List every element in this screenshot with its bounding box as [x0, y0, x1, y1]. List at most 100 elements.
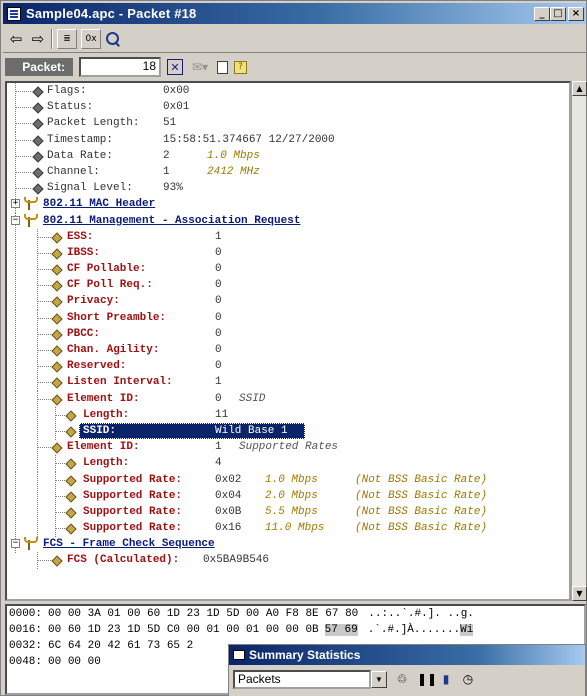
tree-scrollbar[interactable]: ▲ ▼: [571, 81, 587, 601]
field-label: Privacy:: [67, 295, 120, 308]
field-icon: [51, 361, 63, 373]
tree-row-general[interactable]: Timestamp: 15:58:51.374667 12/27/2000: [7, 131, 569, 149]
field-value: 0: [215, 263, 222, 276]
field-icon: [51, 442, 63, 454]
refresh-icon[interactable]: ♲: [395, 672, 409, 686]
tree-row-rate-field[interactable]: Supported Rate: 0x02 1.0 Mbps (Not BSS Basi…: [7, 471, 569, 489]
tree-row-general[interactable]: Signal Level: 93%: [7, 180, 569, 198]
tree-row-mgmt-field[interactable]: Element ID: 1 Supported Rates: [7, 439, 569, 457]
field-label: Element ID:: [67, 392, 140, 405]
tree-guide-line: [15, 244, 16, 262]
tree-guide-line: [15, 309, 16, 327]
field-label: CF Poll Req.:: [67, 279, 153, 292]
tree-row-mgmt-field[interactable]: Privacy: 0: [7, 293, 569, 311]
tree-guide-line: [15, 342, 16, 359]
clock-icon[interactable]: ◷: [461, 672, 475, 686]
pause-icon[interactable]: ❚❚: [417, 672, 437, 686]
field-label: Packet Length:: [47, 117, 140, 130]
tree-row-ssid-selected[interactable]: SSID: Wild Base 1: [7, 422, 569, 440]
field-icon: [32, 183, 44, 195]
close-button[interactable]: ×: [568, 6, 584, 21]
tree-row-rate-field[interactable]: Supported Rate: 0x04 2.0 Mbps (Not BSS Basi…: [7, 487, 569, 505]
scroll-down-icon[interactable]: ▼: [572, 586, 587, 601]
hex-bytes-highlighted: 57 69: [324, 624, 358, 636]
summary-title-bar[interactable]: Summary Statistics: [229, 645, 585, 665]
tree-row-mgmt-field[interactable]: ESS: 1: [7, 228, 569, 246]
restore-button[interactable]: □: [550, 6, 566, 21]
tree-guide-line: [15, 293, 16, 311]
field-value: 0: [215, 311, 222, 324]
decode-tree[interactable]: Flags: 0x00 Status: 0x01 Packet Length: 51 Tim…: [5, 81, 571, 601]
field-icon: [51, 296, 63, 309]
tree-row-mgmt-field[interactable]: Short Preamble: 0: [7, 309, 569, 327]
tree-row-management[interactable]: − 802.11 Management - Association Request: [7, 212, 569, 230]
chevron-down-icon[interactable]: ▼: [371, 670, 387, 688]
field-label: Data Rate:: [47, 149, 114, 162]
field-value: 0x00: [163, 85, 190, 97]
tree-row-mgmt-field[interactable]: Element ID: 0 SSID: [7, 390, 569, 408]
tree-row-mgmt-field[interactable]: Reserved: 0: [7, 358, 569, 376]
note-icon[interactable]: ?: [234, 60, 247, 74]
hex-view-icon[interactable]: 0x: [81, 29, 101, 49]
field-value: 0: [215, 246, 222, 259]
tree-row-mgmt-field[interactable]: CF Poll Req.: 0: [7, 277, 569, 295]
field-label: Length:: [83, 408, 130, 421]
tree-row-rate-field[interactable]: Length: 4: [7, 455, 569, 473]
collapse-icon[interactable]: −: [11, 215, 20, 225]
tree-row-mgmt-field[interactable]: Listen Interval: 1: [7, 374, 569, 392]
tree-row-general[interactable]: Channel: 1 2412 MHz: [7, 163, 569, 181]
tree-row-general[interactable]: Data Rate: 2 1.0 Mbps: [7, 147, 569, 165]
tree-row-mac-header[interactable]: +802.11 MAC Header: [7, 196, 569, 214]
page-icon[interactable]: [217, 60, 228, 74]
tree-row-fcs[interactable]: − FCS - Frame Check Sequence: [7, 536, 569, 554]
mail-dropdown-icon[interactable]: ✉▾: [189, 59, 211, 75]
tree-row-general[interactable]: Status: 0x01: [7, 99, 569, 117]
minimize-button[interactable]: _: [534, 6, 550, 21]
field-value: 0x16: [215, 522, 242, 535]
close-x-icon[interactable]: ✕: [167, 59, 183, 75]
tree-guide-line: [37, 301, 51, 303]
collapse-icon[interactable]: −: [11, 539, 20, 549]
field-value: 0: [215, 295, 222, 308]
summary-select[interactable]: Packets: [233, 669, 371, 689]
field-note: (Not BSS Basic Rate): [355, 489, 488, 502]
forward-arrow-icon[interactable]: ⇨: [29, 28, 47, 50]
back-arrow-icon[interactable]: ⇦: [7, 28, 25, 50]
expand-icon[interactable]: +: [11, 199, 20, 209]
tree-guide-line: [15, 358, 16, 376]
find-icon[interactable]: [105, 28, 121, 50]
field-label: Timestamp:: [47, 133, 114, 146]
tree-row-fcs-field[interactable]: FCS (Calculated): 0x5BA9B546: [7, 552, 569, 570]
hex-row[interactable]: 0016: 00 60 1D 23 1D 5D C0 00 01 00 01 00…: [7, 622, 584, 638]
tree-row-mgmt-field[interactable]: PBCC: 0: [7, 325, 569, 343]
field-value: 2: [163, 149, 170, 162]
field-icon: [51, 312, 63, 325]
field-detail: 1.0 Mbps: [207, 149, 260, 162]
scroll-up-icon[interactable]: ▲: [572, 81, 587, 96]
tree-row-mgmt-field[interactable]: CF Pollable: 0: [7, 261, 569, 279]
tree-row-rate-field[interactable]: Supported Rate: 0x0B 5.5 Mbps (Not BSS Basi…: [7, 503, 569, 521]
hex-offset: 0016:: [9, 624, 43, 636]
tree-row-ssid-field[interactable]: Length: 11: [7, 406, 569, 424]
hex-bytes: 00 60 1D 23 1D 5D C0 00 01 00 01 00 00 0…: [48, 624, 319, 636]
packet-number-input[interactable]: 18: [79, 57, 161, 77]
chart-icon[interactable]: ▮: [439, 672, 453, 686]
tree-row-general[interactable]: Packet Length: 51: [7, 115, 569, 133]
protocol-label: FCS - Frame Check Sequence: [43, 538, 215, 551]
field-value: 11: [215, 408, 229, 421]
tree-row-general[interactable]: Flags: 0x00: [7, 83, 569, 100]
tree-guide-line: [15, 107, 31, 109]
tree-guide-line: [37, 333, 51, 335]
hex-row[interactable]: 0000: 00 00 3A 01 00 60 1D 23 1D 5D 00 A0…: [7, 606, 584, 622]
tree-row-mgmt-field[interactable]: IBSS: 0: [7, 244, 569, 262]
tree-row-mgmt-field[interactable]: Chan. Agility: 0: [7, 342, 569, 359]
field-value: 0: [215, 392, 222, 405]
tree-guide-line: [15, 228, 16, 246]
field-icon: [51, 555, 63, 568]
tree-row-rate-field[interactable]: Supported Rate: 0x16 11.0 Mbps (Not BSS Bas…: [7, 520, 569, 538]
table-icon: [233, 650, 245, 660]
field-icon: [65, 507, 77, 519]
decode-view-icon[interactable]: ≣: [57, 29, 77, 49]
title-bar[interactable]: Sample04.apc - Packet #18 _ □ ×: [3, 3, 586, 24]
tree-guide-line: [37, 269, 51, 271]
